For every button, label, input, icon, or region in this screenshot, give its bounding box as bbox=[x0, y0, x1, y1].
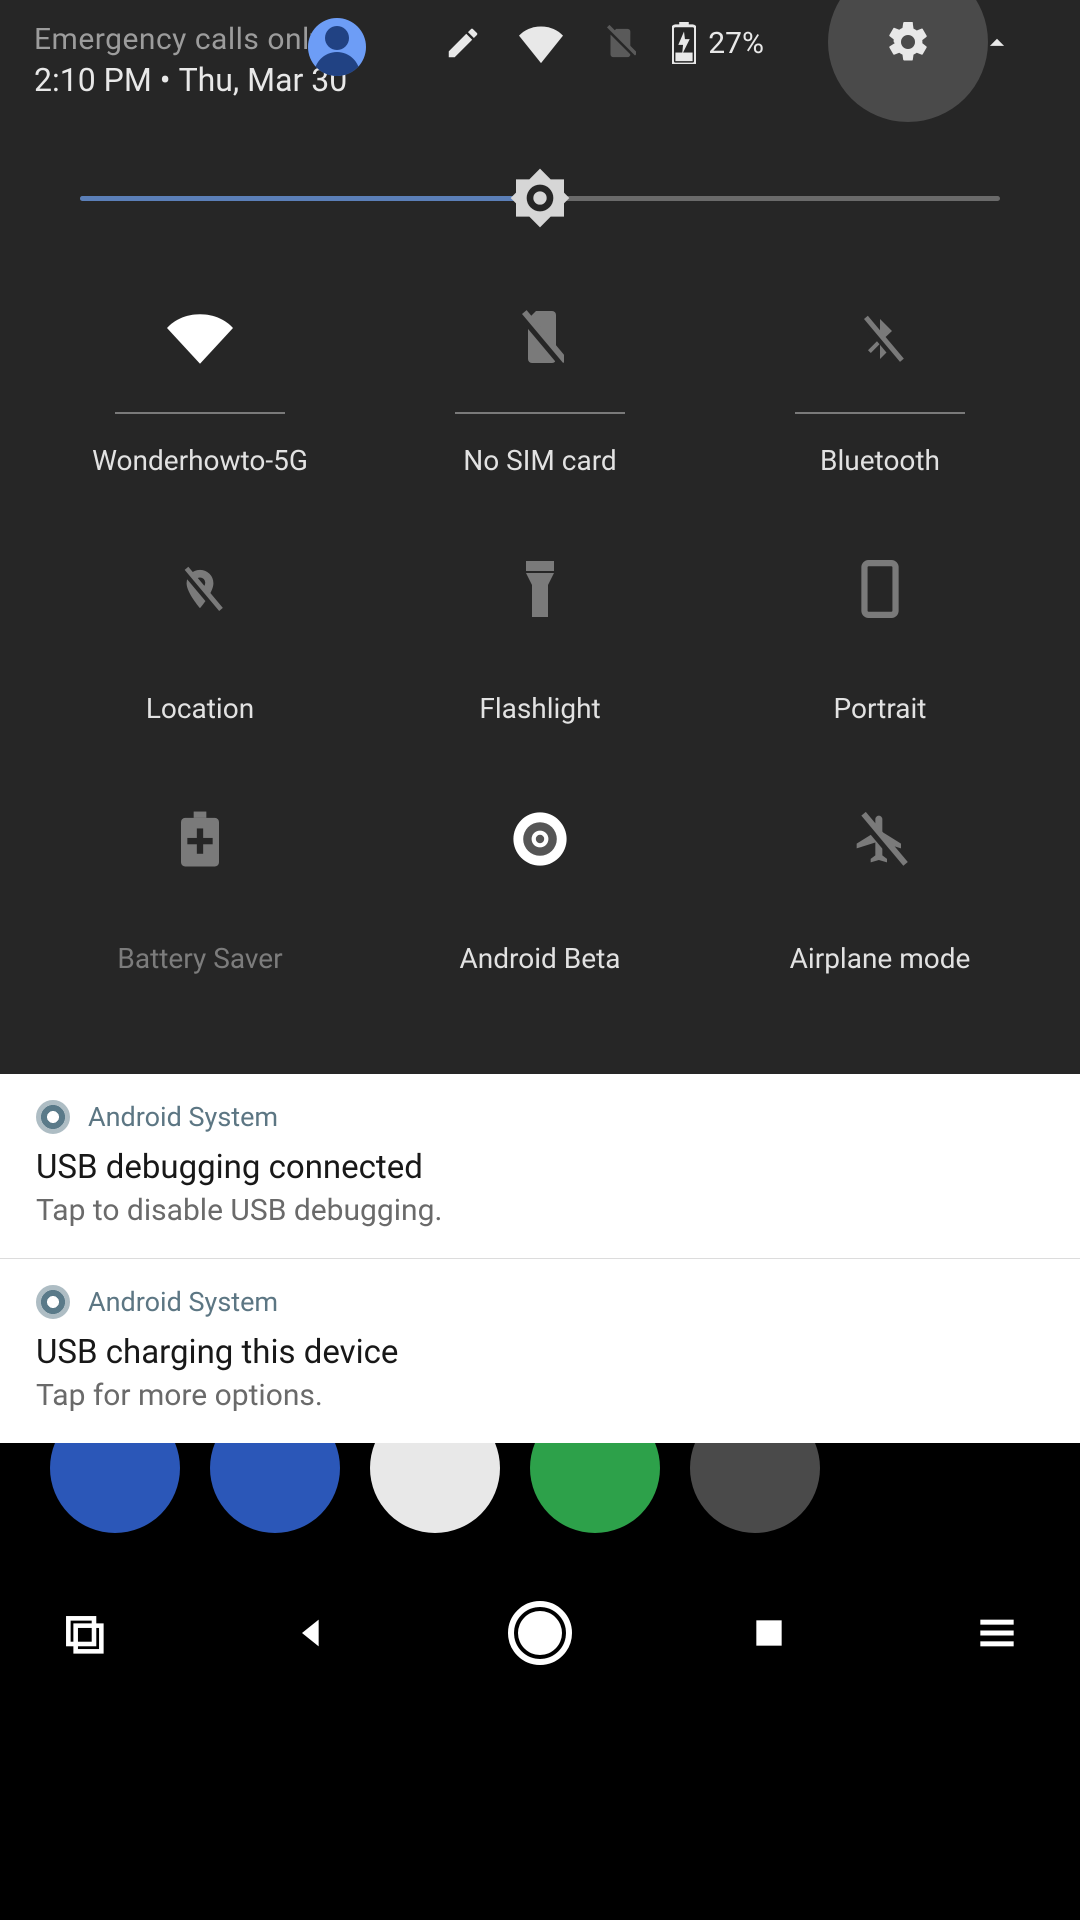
tile-label: Airplane mode bbox=[790, 942, 971, 975]
time: 2:10 PM bbox=[34, 61, 152, 99]
tile-divider bbox=[115, 412, 285, 414]
dock-app[interactable] bbox=[530, 1443, 660, 1533]
android-system-icon bbox=[36, 1100, 70, 1134]
airplane-off-icon bbox=[845, 804, 915, 874]
notification-app-name: Android System bbox=[88, 1286, 278, 1318]
brightness-slider[interactable] bbox=[80, 168, 1000, 228]
tile-label: Android Beta bbox=[460, 942, 621, 975]
bluetooth-off-icon bbox=[845, 304, 915, 374]
dock-app[interactable] bbox=[690, 1443, 820, 1533]
wifi-icon bbox=[165, 304, 235, 374]
network-status: Emergency calls only bbox=[34, 22, 347, 57]
notification-title: USB debugging connected bbox=[36, 1148, 1044, 1187]
slider-thumb[interactable] bbox=[508, 166, 572, 230]
notification-list: Android System USB debugging connected T… bbox=[0, 1074, 1080, 1443]
menu-button[interactable] bbox=[962, 1598, 1032, 1668]
sim-off-icon bbox=[505, 304, 575, 374]
qs-tile-flashlight[interactable]: Flashlight bbox=[370, 524, 710, 774]
notification-subtitle: Tap for more options. bbox=[36, 1378, 1044, 1413]
notification-app-name: Android System bbox=[88, 1101, 278, 1133]
location-off-icon bbox=[165, 554, 235, 624]
navigation-bar bbox=[0, 1563, 1080, 1703]
qs-tile-battery-saver[interactable]: Battery Saver bbox=[30, 774, 370, 1024]
back-button[interactable] bbox=[277, 1598, 347, 1668]
recents-button[interactable] bbox=[734, 1598, 804, 1668]
dock-app[interactable] bbox=[50, 1443, 180, 1533]
tile-divider bbox=[795, 412, 965, 414]
dock-app[interactable] bbox=[370, 1443, 500, 1533]
qs-tile-location-off[interactable]: Location bbox=[30, 524, 370, 774]
quick-settings-header: Emergency calls only 2:10 PM•Thu, Mar 30 bbox=[0, 0, 1080, 120]
qs-tile-wifi[interactable]: Wonderhowto-5G bbox=[30, 274, 370, 524]
status-sim-off-icon bbox=[594, 18, 644, 68]
tile-divider bbox=[455, 412, 625, 414]
tile-label: Bluetooth bbox=[820, 444, 940, 477]
tile-label: Portrait bbox=[834, 692, 927, 725]
edit-tiles-icon[interactable] bbox=[438, 18, 488, 68]
qs-tile-bluetooth-off[interactable]: Bluetooth bbox=[710, 274, 1050, 524]
notification[interactable]: Android System USB debugging connected T… bbox=[0, 1074, 1080, 1259]
dock-peek bbox=[0, 1443, 1080, 1563]
tile-label: Battery Saver bbox=[117, 942, 282, 975]
time-date[interactable]: 2:10 PM•Thu, Mar 30 bbox=[34, 61, 347, 99]
user-avatar[interactable] bbox=[308, 18, 366, 76]
battery-percent: 27% bbox=[708, 26, 764, 61]
dock-app[interactable] bbox=[210, 1443, 340, 1533]
qs-tile-portrait[interactable]: Portrait bbox=[710, 524, 1050, 774]
notification-subtitle: Tap to disable USB debugging. bbox=[36, 1193, 1044, 1228]
battery-saver-icon bbox=[165, 804, 235, 874]
qs-tile-android-beta[interactable]: Android Beta bbox=[370, 774, 710, 1024]
tile-label: Flashlight bbox=[479, 692, 600, 725]
flashlight-icon bbox=[505, 554, 575, 624]
tile-label: No SIM card bbox=[463, 444, 616, 477]
quick-settings-tiles: Wonderhowto-5G No SIM card Bluetooth Locati… bbox=[0, 274, 1080, 1074]
recents-secondary-button[interactable] bbox=[48, 1598, 118, 1668]
android-system-icon bbox=[36, 1285, 70, 1319]
android-beta-icon bbox=[505, 804, 575, 874]
slider-fill bbox=[80, 196, 540, 201]
qs-tile-sim-off[interactable]: No SIM card bbox=[370, 274, 710, 524]
qs-tile-airplane-off[interactable]: Airplane mode bbox=[710, 774, 1050, 1024]
notification-title: USB charging this device bbox=[36, 1333, 1044, 1372]
settings-button[interactable] bbox=[828, 0, 988, 122]
status-wifi-icon bbox=[516, 18, 566, 68]
portrait-icon bbox=[845, 554, 915, 624]
notification[interactable]: Android System USB charging this device … bbox=[0, 1259, 1080, 1443]
tile-label: Wonderhowto-5G bbox=[92, 444, 308, 477]
home-button[interactable] bbox=[505, 1598, 575, 1668]
status-battery: 27% bbox=[672, 22, 764, 64]
tile-label: Location bbox=[146, 692, 254, 725]
